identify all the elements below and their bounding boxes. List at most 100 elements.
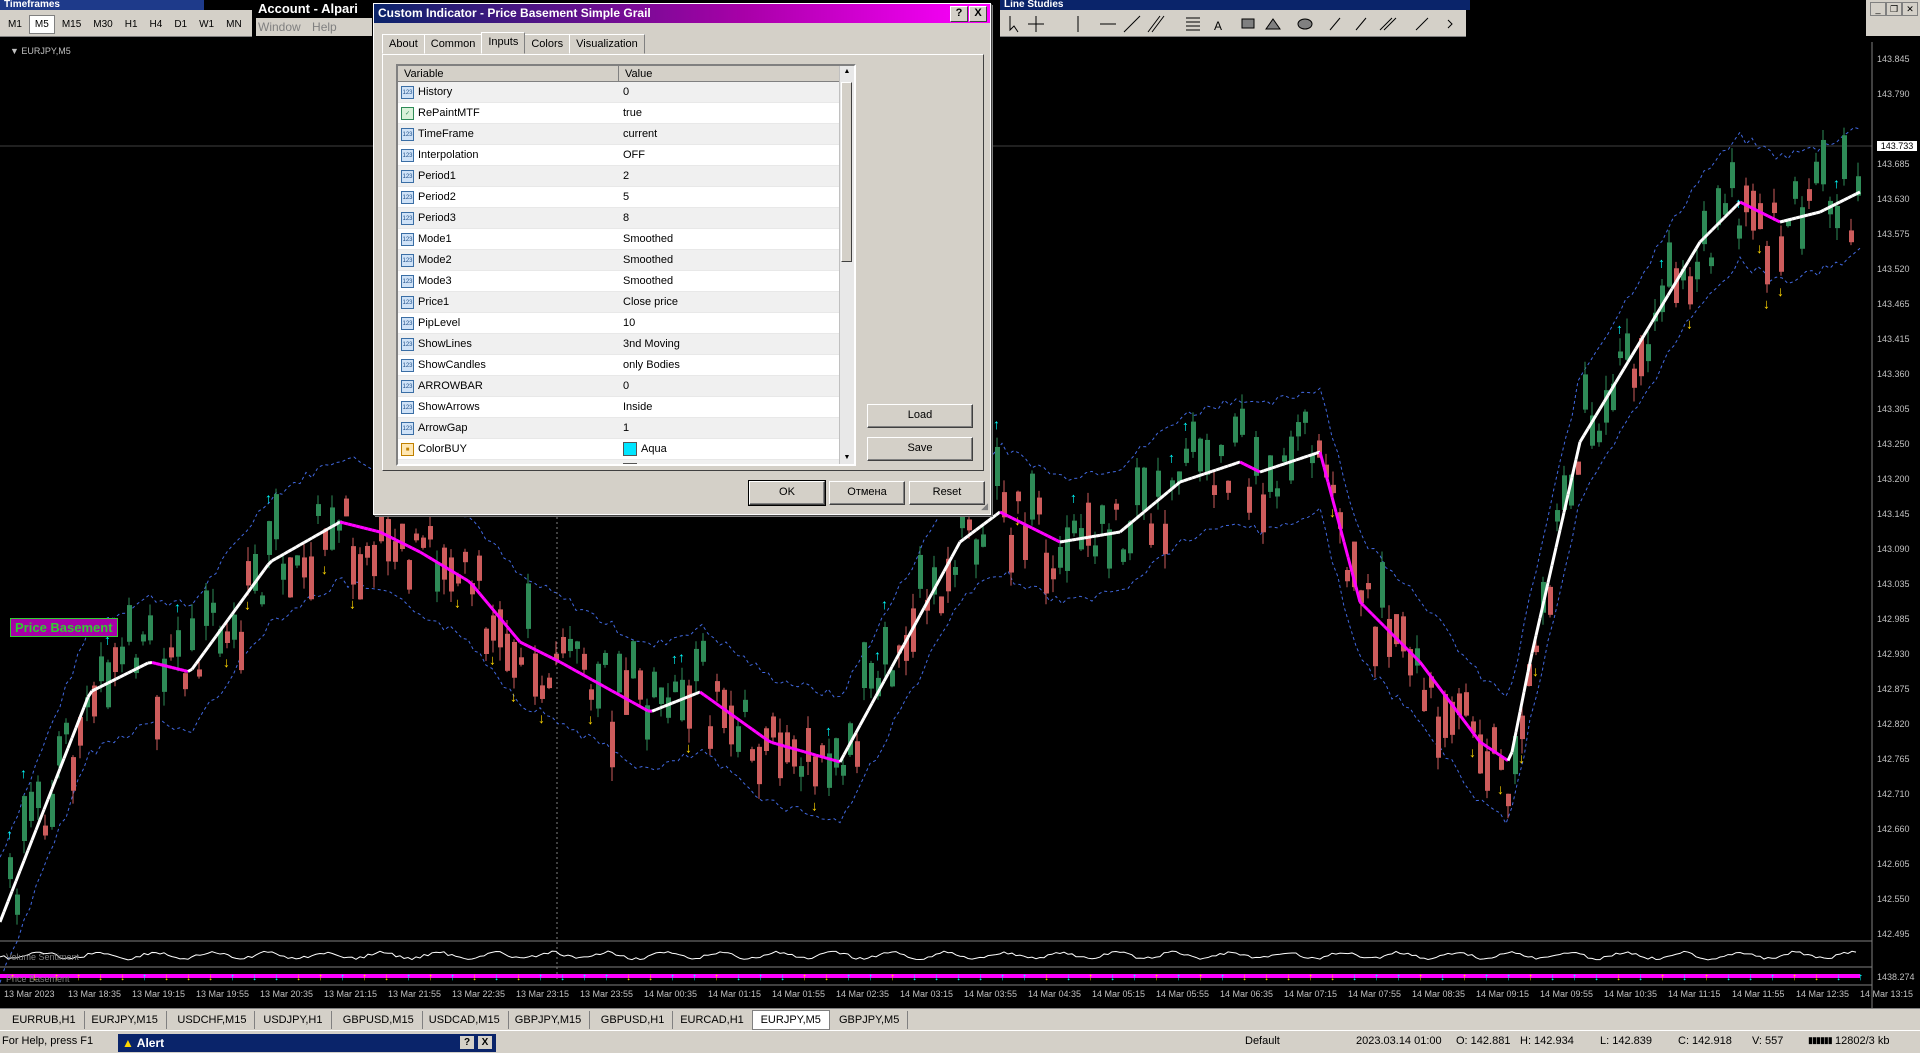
param-value-cell[interactable]: 3nd Moving [619, 334, 842, 354]
timeframe-w1[interactable]: W1 [194, 16, 219, 33]
tab-colors[interactable]: Colors [524, 34, 570, 54]
param-value-cell[interactable]: true [619, 103, 842, 123]
param-row[interactable]: 123PipLevel10 [398, 313, 854, 334]
restore-icon[interactable]: ❐ [1886, 2, 1902, 16]
symbol-tab[interactable]: USDJPY,H1 [255, 1011, 331, 1029]
param-row[interactable]: 123Period38 [398, 208, 854, 229]
dialog-titlebar[interactable]: Custom Indicator - Price Basement Simple… [374, 4, 990, 23]
param-value-cell[interactable]: 8 [619, 208, 842, 228]
param-value-cell[interactable]: Close price [619, 292, 842, 312]
menu-help[interactable]: Help [304, 20, 337, 34]
smoothed-ma-line [172, 668, 176, 669]
timeframe-m30[interactable]: M30 [88, 16, 117, 33]
timeframe-h4[interactable]: H4 [145, 16, 168, 33]
symbol-tab[interactable]: USDCHF,M15 [169, 1011, 255, 1029]
grid-scrollbar[interactable]: ▲ ▼ [839, 66, 854, 464]
timeframe-m5[interactable]: M5 [29, 15, 55, 34]
param-row[interactable]: ■ColorSELLGold [398, 460, 854, 466]
ok-button[interactable]: OK [749, 481, 825, 505]
help-button[interactable]: ? [950, 6, 968, 22]
param-row[interactable]: 123Period12 [398, 166, 854, 187]
param-value-cell[interactable]: OFF [619, 145, 842, 165]
param-value-cell[interactable]: 2 [619, 166, 842, 186]
param-row[interactable]: ■ColorBUYAqua [398, 439, 854, 460]
param-row[interactable]: 123ShowLines3nd Moving [398, 334, 854, 355]
minimize-icon[interactable]: _ [1870, 2, 1886, 16]
param-value-cell[interactable]: Smoothed [619, 229, 842, 249]
smoothed-ma-line [668, 703, 672, 705]
subwindow-arrow-icon: ↓ [98, 972, 103, 983]
candle-body [491, 615, 496, 640]
scroll-down-icon[interactable]: ▼ [840, 452, 854, 464]
smoothed-ma-line [616, 693, 620, 695]
smoothed-ma-line [1108, 533, 1112, 534]
load-button[interactable]: Load [867, 404, 973, 428]
alert-help-icon[interactable]: ? [460, 1036, 474, 1049]
smoothed-ma-line [1496, 753, 1500, 756]
smoothed-ma-line [300, 543, 304, 545]
symbol-tab[interactable]: GBPUSD,M15 [335, 1011, 423, 1029]
param-value-cell[interactable]: 5 [619, 187, 842, 207]
param-row[interactable]: 123Price1Close price [398, 292, 854, 313]
param-row[interactable]: 123Period25 [398, 187, 854, 208]
param-value-cell[interactable]: Inside [619, 397, 842, 417]
param-row[interactable]: 123ShowCandlesonly Bodies [398, 355, 854, 376]
param-row[interactable]: 123ArrowGap1 [398, 418, 854, 439]
param-value-cell[interactable]: only Bodies [619, 355, 842, 375]
param-value-cell[interactable]: 1 [619, 418, 842, 438]
save-button[interactable]: Save [867, 437, 973, 461]
cancel-button[interactable]: Отмена [829, 481, 905, 505]
menu-window[interactable]: Window [256, 20, 301, 34]
param-row[interactable]: 123History0 [398, 82, 854, 103]
status-profile: Default [1245, 1035, 1280, 1047]
symbol-tab[interactable]: EURRUB,H1 [4, 1011, 85, 1029]
symbol-tab[interactable]: GBPJPY,M5 [831, 1011, 908, 1029]
alert-close-icon[interactable]: X [478, 1036, 492, 1049]
tab-about[interactable]: About [382, 34, 425, 54]
symbol-tab[interactable]: GBPUSD,H1 [593, 1011, 674, 1029]
param-value-cell[interactable]: Smoothed [619, 271, 842, 291]
timeframe-m1[interactable]: M1 [3, 16, 27, 33]
param-value-cell[interactable]: 0 [619, 376, 842, 396]
close-dialog-button[interactable]: X [969, 6, 987, 22]
symbol-tab[interactable]: EURJPY,M15 [83, 1011, 166, 1029]
tab-inputs[interactable]: Inputs [481, 32, 525, 54]
symbol-tab[interactable]: EURCAD,H1 [672, 1011, 753, 1029]
param-row[interactable]: 123Mode3Smoothed [398, 271, 854, 292]
tab-common[interactable]: Common [424, 34, 483, 54]
alert-window-title[interactable]: ▲ Alert ? X [118, 1034, 496, 1052]
param-row[interactable]: 123InterpolationOFF [398, 145, 854, 166]
close-window-icon[interactable]: ✕ [1902, 2, 1918, 16]
param-row[interactable]: 123ShowArrowsInside [398, 397, 854, 418]
param-value-cell[interactable]: Gold [619, 460, 842, 466]
param-value: OFF [623, 149, 645, 161]
tab-visualization[interactable]: Visualization [569, 34, 645, 54]
resize-grip-icon[interactable]: ◢ [981, 501, 988, 512]
timeframe-d1[interactable]: D1 [169, 16, 192, 33]
scroll-up-icon[interactable]: ▲ [840, 66, 854, 78]
param-value-cell[interactable]: 0 [619, 82, 842, 102]
symbol-tab[interactable]: EURJPY,M5 [752, 1010, 830, 1030]
timeframe-m15[interactable]: M15 [57, 16, 86, 33]
symbol-tab[interactable]: GBPJPY,M15 [507, 1011, 590, 1029]
param-row[interactable]: 123Mode1Smoothed [398, 229, 854, 250]
scroll-thumb[interactable] [841, 82, 852, 262]
param-value-cell[interactable]: 10 [619, 313, 842, 333]
candle-body [141, 634, 146, 641]
param-row[interactable]: 123TimeFramecurrent [398, 124, 854, 145]
param-row[interactable]: 123ARROWBAR0 [398, 376, 854, 397]
col-value[interactable]: Value [619, 66, 840, 82]
param-value-cell[interactable]: current [619, 124, 842, 144]
param-value-cell[interactable]: Smoothed [619, 250, 842, 270]
inputs-grid[interactable]: Variable Value 123History0✓RePaintMTFtru… [396, 64, 856, 466]
param-value-cell[interactable]: Aqua [619, 439, 842, 459]
param-row[interactable]: 123Mode2Smoothed [398, 250, 854, 271]
candle-body [1807, 189, 1812, 201]
symbol-tab[interactable]: USDCAD,M15 [421, 1011, 509, 1029]
timeframe-mn[interactable]: MN [221, 16, 247, 33]
smoothed-ma-line [128, 671, 132, 673]
timeframe-h1[interactable]: H1 [120, 16, 143, 33]
reset-button[interactable]: Reset [909, 481, 985, 505]
col-variable[interactable]: Variable [398, 66, 619, 82]
param-row[interactable]: ✓RePaintMTFtrue [398, 103, 854, 124]
